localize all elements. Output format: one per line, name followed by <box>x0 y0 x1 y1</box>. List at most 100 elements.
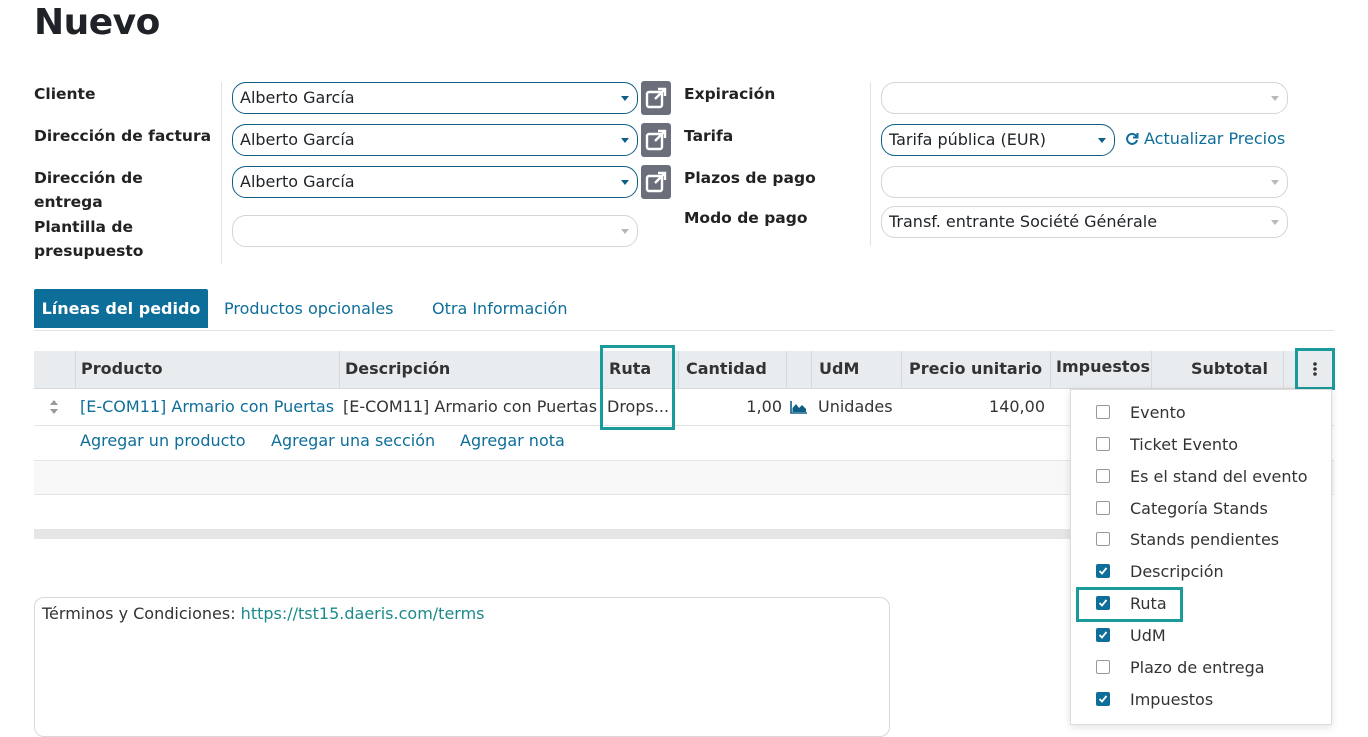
ruta-option-highlight <box>1076 587 1183 622</box>
header-subtotal[interactable]: Subtotal <box>1191 351 1268 389</box>
direccion-entrega-field[interactable]: Alberto García <box>232 166 638 198</box>
external-link-icon <box>645 87 667 109</box>
tab-productos-opcionales[interactable]: Productos opcionales <box>224 289 394 328</box>
add-section-link[interactable]: Agregar una sección <box>271 431 435 450</box>
forecast-chart-icon[interactable] <box>790 399 808 418</box>
column-divider <box>1151 351 1152 389</box>
column-divider <box>901 351 902 389</box>
label-direccion-factura: Dirección de factura <box>34 127 212 145</box>
direccion-factura-field[interactable]: Alberto García <box>232 124 638 156</box>
row-precio[interactable]: 140,00 <box>909 390 1045 426</box>
label-direccion-entrega-line1: Dirección de <box>34 169 143 187</box>
page-title: Nuevo <box>34 2 160 43</box>
terms-url-link[interactable]: https://tst15.daeris.com/terms <box>241 604 485 623</box>
column-options-button[interactable] <box>1295 348 1335 390</box>
column-option-categoria-stands[interactable]: Categoría Stands <box>1096 496 1268 520</box>
modo-pago-field[interactable]: Transf. entrante Société Générale <box>881 206 1288 238</box>
label-expiracion: Expiración <box>684 85 776 103</box>
label-direccion-entrega: Dirección de entrega <box>34 166 143 214</box>
chevron-down-icon[interactable] <box>621 180 629 185</box>
column-divider <box>75 351 76 389</box>
chevron-down-icon[interactable] <box>621 96 629 101</box>
option-label: Es el stand del evento <box>1130 466 1308 486</box>
column-divider <box>339 351 340 389</box>
tarifa-value: Tarifa pública (EUR) <box>889 130 1046 149</box>
direccion-factura-value: Alberto García <box>240 130 355 149</box>
chevron-down-icon[interactable] <box>621 138 629 143</box>
column-divider <box>1050 351 1051 389</box>
row-producto[interactable]: [E-COM11] Armario con Puertas <box>80 390 334 426</box>
cliente-value: Alberto García <box>240 88 355 107</box>
column-option-plazo-entrega[interactable]: Plazo de entrega <box>1096 655 1265 679</box>
cliente-field[interactable]: Alberto García <box>232 82 638 114</box>
tarifa-field[interactable]: Tarifa pública (EUR) <box>881 124 1115 156</box>
cliente-external-button[interactable] <box>641 81 671 115</box>
header-producto[interactable]: Producto <box>81 351 163 389</box>
column-option-udm[interactable]: UdM <box>1096 623 1166 647</box>
chevron-down-icon[interactable] <box>1271 180 1279 185</box>
column-option-stands-pendientes[interactable]: Stands pendientes <box>1096 527 1279 551</box>
tab-lineas-pedido[interactable]: Líneas del pedido <box>34 289 208 328</box>
column-divider <box>811 351 812 389</box>
header-descripcion[interactable]: Descripción <box>345 351 450 389</box>
expiracion-field[interactable] <box>881 82 1288 114</box>
actualizar-precios-button[interactable]: Actualizar Precios <box>1125 128 1285 150</box>
option-label: Impuestos <box>1130 689 1214 709</box>
chevron-down-icon[interactable] <box>1098 138 1106 143</box>
horizontal-scrollbar[interactable] <box>34 529 1074 539</box>
check-icon <box>1098 567 1108 575</box>
plazos-pago-field[interactable] <box>881 166 1288 198</box>
direccion-entrega-external-button[interactable] <box>641 165 671 199</box>
checkbox[interactable] <box>1096 405 1110 419</box>
chevron-down-icon[interactable] <box>1271 220 1279 225</box>
column-divider <box>1283 351 1284 389</box>
checkbox[interactable] <box>1096 437 1110 451</box>
checkbox[interactable] <box>1096 469 1110 483</box>
terms-prefix: Términos y Condiciones: <box>42 604 241 623</box>
label-tarifa: Tarifa <box>684 127 734 145</box>
ruta-column-highlight <box>600 345 675 430</box>
check-icon <box>1098 695 1108 703</box>
checkbox-checked[interactable] <box>1096 564 1110 578</box>
option-label: Categoría Stands <box>1130 498 1268 518</box>
header-precio-unitario[interactable]: Precio unitario <box>909 351 1042 389</box>
row-udm[interactable]: Unidades <box>818 390 893 426</box>
header-udm[interactable]: UdM <box>819 351 859 389</box>
row-cantidad[interactable]: 1,00 <box>686 390 782 426</box>
direccion-entrega-value: Alberto García <box>240 172 355 191</box>
chevron-down-icon[interactable] <box>621 229 629 234</box>
label-plazos-pago: Plazos de pago <box>684 169 816 187</box>
direccion-factura-external-button[interactable] <box>641 123 671 157</box>
checkbox[interactable] <box>1096 660 1110 674</box>
option-label: Stands pendientes <box>1130 529 1280 549</box>
modo-pago-value: Transf. entrante Société Générale <box>889 212 1158 231</box>
option-label: Ticket Evento <box>1130 434 1239 454</box>
column-option-ticket-evento[interactable]: Ticket Evento <box>1096 432 1238 456</box>
column-option-es-stand[interactable]: Es el stand del evento <box>1096 464 1308 488</box>
drag-handle-icon[interactable] <box>48 399 60 419</box>
right-label-divider <box>870 82 871 246</box>
add-note-link[interactable]: Agregar nota <box>460 431 565 450</box>
tab-otra-informacion[interactable]: Otra Información <box>432 289 567 328</box>
checkbox-checked[interactable] <box>1096 692 1110 706</box>
header-impuestos[interactable]: Impuestos <box>1056 349 1150 387</box>
option-label: Evento <box>1130 402 1186 422</box>
chevron-down-icon[interactable] <box>1271 96 1279 101</box>
label-plantilla-line2: presupuesto <box>34 242 144 260</box>
checkbox[interactable] <box>1096 501 1110 515</box>
add-product-link[interactable]: Agregar un producto <box>80 431 246 450</box>
label-plantilla: Plantilla de presupuesto <box>34 215 143 263</box>
column-option-evento[interactable]: Evento <box>1096 400 1186 424</box>
header-cantidad[interactable]: Cantidad <box>686 351 767 389</box>
option-label: UdM <box>1130 625 1166 645</box>
checkbox[interactable] <box>1096 532 1110 546</box>
column-option-descripcion[interactable]: Descripción <box>1096 559 1224 583</box>
plantilla-field[interactable] <box>232 215 638 247</box>
row-descripcion[interactable]: [E-COM11] Armario con Puertas <box>343 390 597 426</box>
checkbox-checked[interactable] <box>1096 628 1110 642</box>
column-option-impuestos[interactable]: Impuestos <box>1096 687 1213 711</box>
check-icon <box>1098 631 1108 639</box>
kebab-menu-icon <box>1313 362 1317 376</box>
terms-textarea[interactable]: Términos y Condiciones: https://tst15.da… <box>34 597 890 737</box>
left-label-divider <box>221 82 222 264</box>
